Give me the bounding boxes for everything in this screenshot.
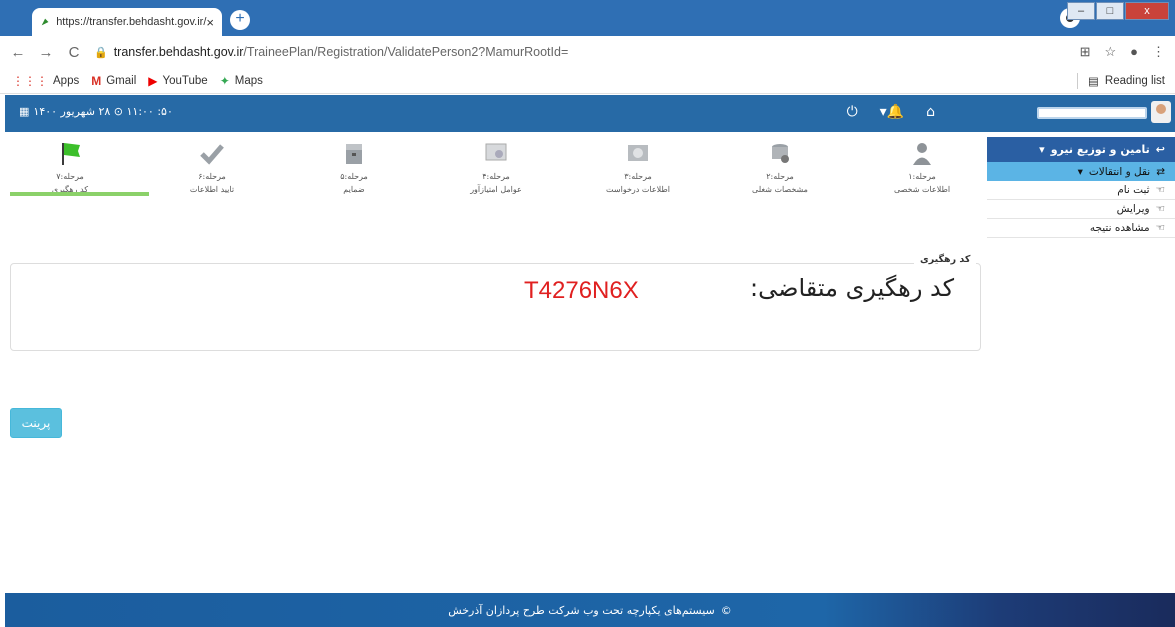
menu-item-register[interactable]: ثبت نام ☜ <box>987 181 1175 200</box>
request-icon <box>628 145 648 161</box>
bookmark-star-icon[interactable]: ☆ <box>1104 44 1116 60</box>
bookmarks-bar: ⋮⋮⋮ Apps M Gmail ▶ YouTube ✦ Maps ▤ Read… <box>0 68 1175 94</box>
transfer-icon: ⇄ <box>1156 165 1165 178</box>
reading-list-icon: ▤ <box>1088 76 1099 88</box>
window-close-button[interactable]: x <box>1125 2 1169 20</box>
menu-header[interactable]: ▾ تامین و توزیع نیرو ↩ <box>987 137 1175 162</box>
copyright-icon: © <box>720 603 732 617</box>
back-icon[interactable]: ← <box>8 44 28 61</box>
apps-grid-icon: ⋮⋮⋮ <box>12 73 48 88</box>
user-name-box[interactable] <box>1037 107 1147 119</box>
avatar[interactable] <box>1151 101 1171 123</box>
person-icon <box>913 143 931 165</box>
bookmark-maps[interactable]: ✦ Maps <box>220 74 263 88</box>
menu-item-results[interactable]: مشاهده نتیجه ☜ <box>987 219 1175 238</box>
lock-icon: 🔒 <box>94 46 108 59</box>
account-icon[interactable]: ● <box>1130 44 1138 60</box>
step-3[interactable]: مرحله:۳ اطلاعات درخواست <box>578 140 698 196</box>
calendar-icon: ▦ <box>19 105 30 118</box>
url-field[interactable]: 🔒 transfer.behdasht.gov.ir /TraineePlan/… <box>94 45 568 59</box>
step-1[interactable]: مرحله:۱ اطلاعات شخصی <box>862 140 982 196</box>
step-progress-bar <box>10 192 149 196</box>
address-bar-row: ← → C 🔒 transfer.behdasht.gov.ir /Traine… <box>0 36 1175 68</box>
youtube-icon: ▶ <box>148 73 158 88</box>
menu-sub-transfers[interactable]: ▾ نقل و انتقالات ⇄ <box>987 162 1175 181</box>
tracking-code: T4276N6X <box>524 277 639 304</box>
address-bar-actions: ⊞ ☆ ● ⋮ <box>1080 44 1165 60</box>
step-4[interactable]: مرحله:۴ عوامل امتیازآور <box>436 140 556 196</box>
power-icon[interactable]: ⏻ <box>847 104 858 120</box>
footer-text: سیستم‌های یکپارچه تحت وب شرکت طرح پردازا… <box>448 603 715 617</box>
date-time: ▦ ۵۰: ۱۱:۰۰ ⊙ ۲۸ شهریور ۱۴۰۰ <box>19 105 173 118</box>
wizard-steps: مرحله:۷ کد رهگیری مرحله:۶ تایید اطلاعات … <box>10 140 975 200</box>
tab-title: https://transfer.behdasht.gov.ir/ <box>56 16 207 28</box>
url-domain: transfer.behdasht.gov.ir <box>113 45 244 59</box>
reload-icon[interactable]: C <box>64 44 84 61</box>
bookmark-apps[interactable]: ⋮⋮⋮ Apps <box>12 74 79 88</box>
check-icon <box>200 144 224 165</box>
step-7[interactable]: مرحله:۷ کد رهگیری <box>10 140 130 196</box>
translate-icon[interactable]: ⊞ <box>1080 44 1091 60</box>
hand-pointer-icon: ☜ <box>1155 222 1165 234</box>
job-icon <box>772 144 789 163</box>
browser-tab-bar: https://transfer.behdasht.gov.ir/ × + – … <box>0 0 1175 36</box>
bell-icon[interactable]: ▾🔔 <box>880 104 904 120</box>
url-path: /TraineePlan/Registration/ValidatePerson… <box>243 45 569 59</box>
window-controls: – □ x <box>1066 2 1169 20</box>
minimize-button[interactable]: – <box>1067 2 1095 20</box>
maps-icon: ✦ <box>219 73 230 88</box>
menu-item-edit[interactable]: ویرایش ☜ <box>987 200 1175 219</box>
step-2[interactable]: مرحله:۲ مشخصات شغلی <box>720 140 840 196</box>
app-header: ▦ ۵۰: ۱۱:۰۰ ⊙ ۲۸ شهریور ۱۴۰۰ ⏻ ▾🔔 ⌂ <box>5 95 1175 132</box>
green-flag-icon <box>62 143 80 165</box>
reply-arrow-icon: ↩ <box>1155 143 1165 156</box>
reading-list[interactable]: ▤ Reading list <box>1077 73 1165 89</box>
tracking-label: کد رهگیری متقاضی: <box>750 274 955 302</box>
header-icons: ⏻ ▾🔔 ⌂ <box>847 104 935 120</box>
step-5[interactable]: مرحله:۵ ضمایم <box>294 140 414 196</box>
step-6[interactable]: مرحله:۶ تایید اطلاعات <box>152 140 272 196</box>
site-favicon-icon <box>41 18 49 26</box>
bookmark-youtube[interactable]: ▶ YouTube <box>148 74 207 88</box>
maximize-button[interactable]: □ <box>1096 2 1124 20</box>
home-icon[interactable]: ⌂ <box>926 104 935 120</box>
certificate-icon <box>485 143 507 161</box>
new-tab-button[interactable]: + <box>230 10 250 30</box>
forward-icon[interactable]: → <box>36 44 56 61</box>
hand-pointer-icon: ☜ <box>1155 184 1165 196</box>
menu-icon[interactable]: ⋮ <box>1152 44 1165 60</box>
tracking-legend: کد رهگیری <box>914 254 977 265</box>
archive-icon <box>346 144 362 164</box>
hand-pointer-icon: ☜ <box>1155 203 1165 215</box>
tab-close-icon[interactable]: × <box>206 15 214 30</box>
footer: سیستم‌های یکپارچه تحت وب شرکت طرح پردازا… <box>5 593 1175 627</box>
side-menu: ▾ تامین و توزیع نیرو ↩ ▾ نقل و انتقالات … <box>987 137 1175 238</box>
bookmark-gmail[interactable]: M Gmail <box>91 74 136 88</box>
print-button[interactable]: پرینت <box>10 408 62 438</box>
gmail-icon: M <box>91 73 102 88</box>
browser-tab[interactable]: https://transfer.behdasht.gov.ir/ × <box>32 8 222 36</box>
